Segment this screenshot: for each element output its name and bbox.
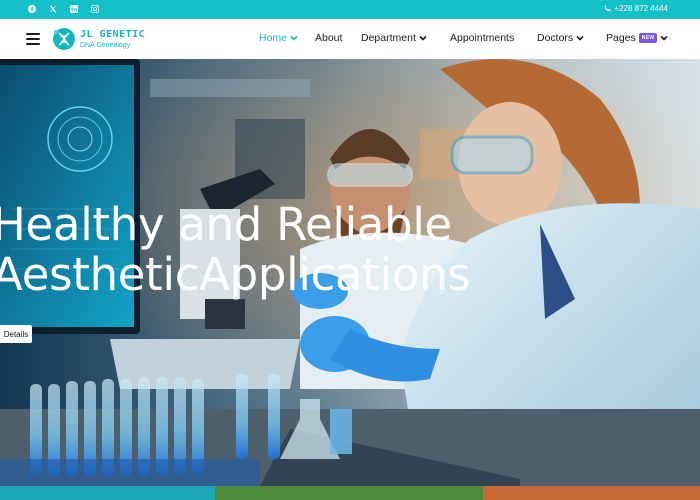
hero-headline-line2: AestheticApplications xyxy=(0,248,471,301)
site-header: JL GENETIC DNA Genealogy Home About Depa… xyxy=(0,19,700,59)
new-badge: NEW xyxy=(638,33,658,43)
nav-item-about[interactable]: About xyxy=(315,32,342,44)
strip-segment-teal xyxy=(0,486,215,500)
logo-title: JL GENETIC xyxy=(80,28,146,40)
x-twitter-icon[interactable] xyxy=(47,3,59,15)
nav-item-department[interactable]: Department xyxy=(361,32,427,44)
phone-number: +228 872 4444 xyxy=(614,4,668,13)
nav-item-pages[interactable]: Pages NEW xyxy=(606,32,668,44)
bottom-color-strip xyxy=(0,486,700,500)
nav-department-label: Department xyxy=(361,32,416,44)
social-links xyxy=(26,3,101,15)
strip-segment-green xyxy=(215,486,483,500)
dna-logo-icon xyxy=(53,28,75,50)
nav-doctors-label: Doctors xyxy=(537,32,574,44)
menu-icon[interactable] xyxy=(26,33,40,45)
chevron-down-icon xyxy=(290,35,298,41)
nav-item-home[interactable]: Home xyxy=(259,32,298,44)
nav-home-label: Home xyxy=(259,32,288,44)
hero-headline-line1: Healthy and Reliable xyxy=(0,198,452,251)
top-bar: +228 872 4444 xyxy=(0,0,700,19)
logo-subtitle: DNA Genealogy xyxy=(80,41,131,49)
strip-segment-orange xyxy=(483,486,700,500)
details-button[interactable]: Details xyxy=(0,325,32,343)
nav-item-appointments[interactable]: Appointments xyxy=(450,32,514,44)
instagram-icon[interactable] xyxy=(89,3,101,15)
phone-icon xyxy=(605,5,612,12)
hero-banner: Healthy and Reliable AestheticApplicatio… xyxy=(0,59,700,486)
nav-item-doctors[interactable]: Doctors xyxy=(537,32,584,44)
hero-headline: Healthy and Reliable AestheticApplicatio… xyxy=(0,198,471,301)
site-logo[interactable]: JL GENETIC DNA Genealogy xyxy=(52,27,145,51)
chevron-down-icon xyxy=(576,35,584,41)
nav-appointments-label: Appointments xyxy=(450,32,515,44)
nav-pages-label: Pages xyxy=(606,32,636,44)
linkedin-icon[interactable] xyxy=(68,3,80,15)
chevron-down-icon xyxy=(660,35,668,41)
chevron-down-icon xyxy=(419,35,427,41)
facebook-icon[interactable] xyxy=(26,3,38,15)
nav-about-label: About xyxy=(315,32,343,44)
phone-contact[interactable]: +228 872 4444 xyxy=(604,4,668,13)
